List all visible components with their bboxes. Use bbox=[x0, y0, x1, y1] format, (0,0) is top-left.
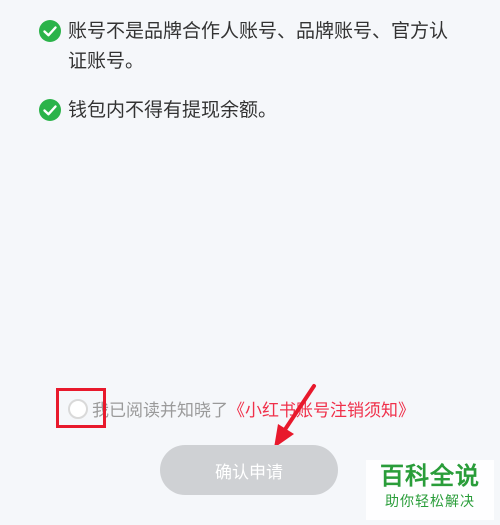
watermark-logo: 百科全说 助你轻松解决 bbox=[366, 460, 494, 520]
agreement-row: 我已阅读并知晓了 《小红书账号注销须知》 bbox=[68, 396, 415, 421]
annotation-highlight-box bbox=[56, 388, 106, 428]
check-circle-icon bbox=[39, 99, 61, 121]
condition-text: 钱包内不得有提现余额。 bbox=[68, 99, 278, 121]
watermark-subtitle: 助你轻松解决 bbox=[385, 494, 475, 510]
check-circle-icon bbox=[39, 20, 61, 42]
annotation-arrow-icon bbox=[274, 384, 316, 448]
condition-item: 账号不是品牌合作人账号、品牌账号、官方认证账号。 bbox=[38, 16, 458, 76]
confirm-apply-button[interactable]: 确认申请 bbox=[160, 445, 338, 495]
condition-text: 账号不是品牌合作人账号、品牌账号、官方认证账号。 bbox=[68, 20, 449, 72]
watermark-title: 百科全说 bbox=[380, 462, 480, 490]
condition-item: 钱包内不得有提现余额。 bbox=[38, 95, 458, 125]
agreement-text: 我已阅读并知晓了 bbox=[92, 401, 228, 421]
